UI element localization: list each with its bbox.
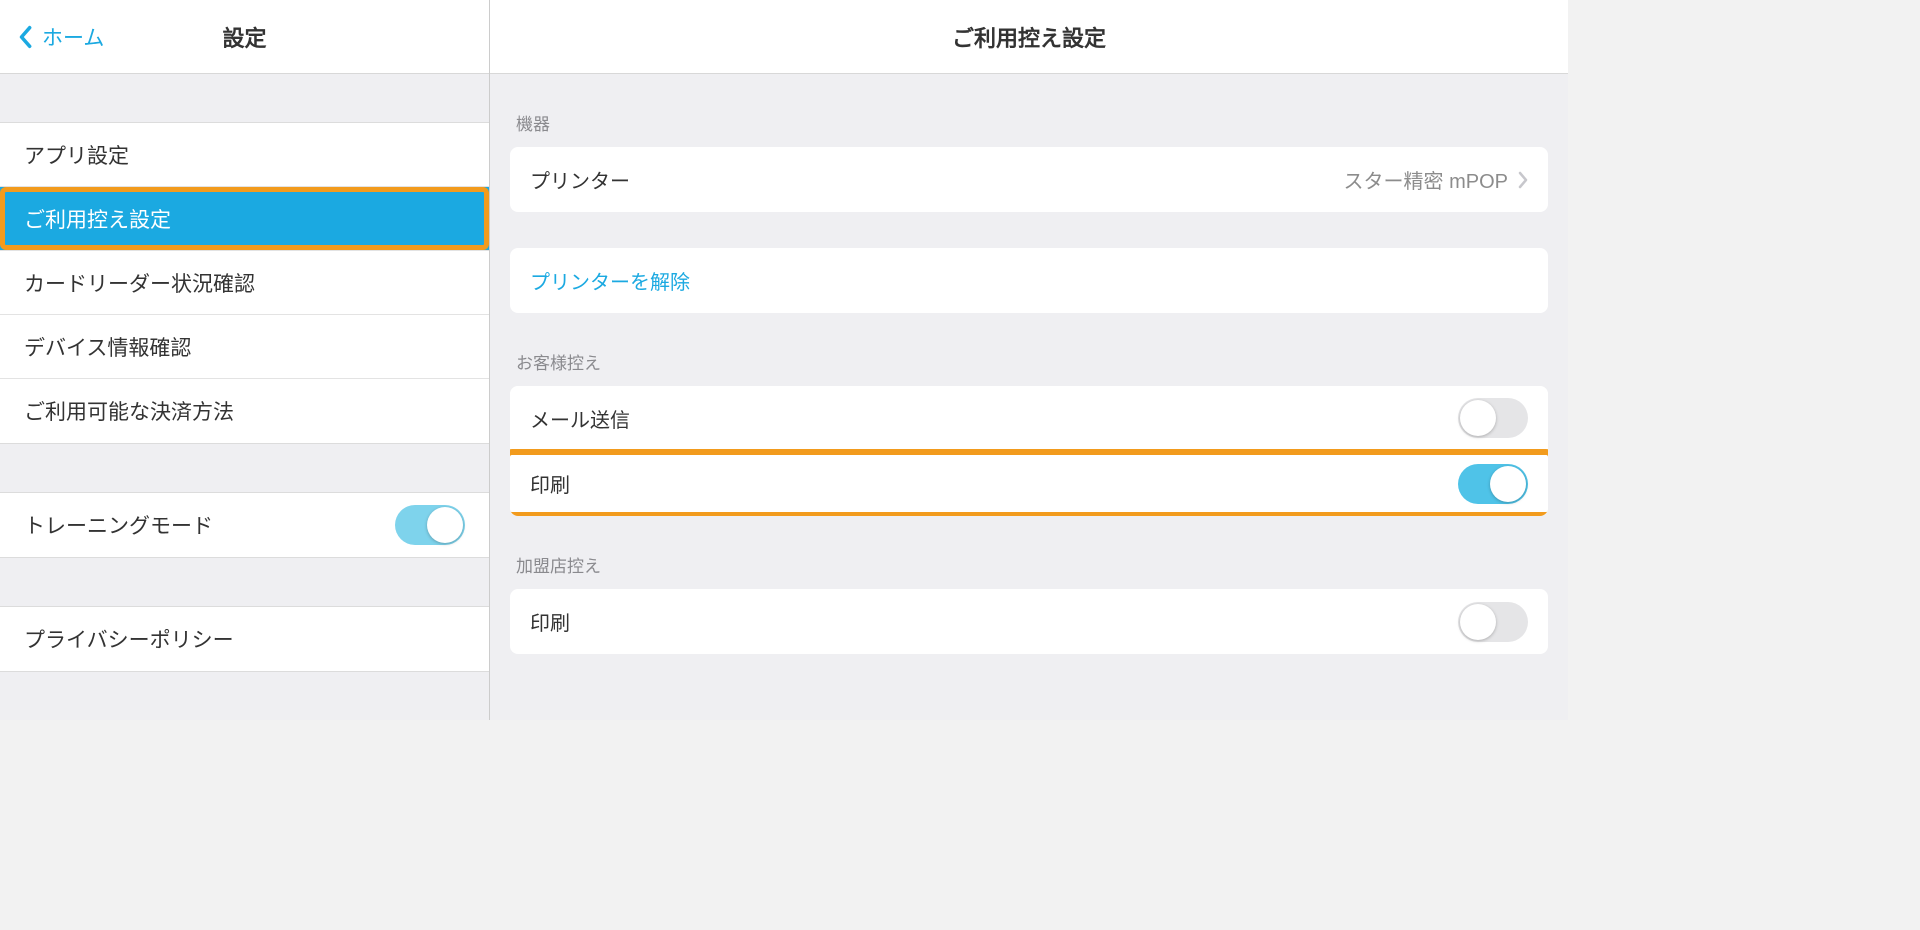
sidebar-item-label: ご利用控え設定 <box>24 204 171 234</box>
customer-print-cell: 印刷 <box>510 451 1548 516</box>
mail-send-cell: メール送信 <box>510 386 1548 451</box>
sidebar-item-device-info[interactable]: デバイス情報確認 <box>0 315 489 379</box>
printer-value: スター精密 mPOP <box>1344 165 1508 194</box>
section-label-merchant: 加盟店控え <box>510 516 1548 589</box>
merchant-print-label: 印刷 <box>530 607 570 636</box>
sidebar-item-training-mode: トレーニングモード <box>0 493 489 557</box>
sidebar-item-card-reader-status[interactable]: カードリーダー状況確認 <box>0 251 489 315</box>
customer-print-label: 印刷 <box>530 469 570 498</box>
sidebar-item-label: プライバシーポリシー <box>24 624 234 654</box>
section-label-customer: お客様控え <box>510 313 1548 386</box>
sidebar-item-label: トレーニングモード <box>24 510 213 540</box>
sidebar-item-label: カードリーダー状況確認 <box>24 268 255 298</box>
page-title: ご利用控え設定 <box>490 0 1568 74</box>
training-mode-toggle[interactable] <box>395 505 465 545</box>
back-label: ホーム <box>42 22 104 52</box>
sidebar-item-app-settings[interactable]: アプリ設定 <box>0 123 489 187</box>
section-label-device: 機器 <box>510 74 1548 147</box>
sidebar-item-privacy-policy[interactable]: プライバシーポリシー <box>0 607 489 671</box>
sidebar-item-label: ご利用可能な決済方法 <box>24 396 234 426</box>
chevron-right-icon <box>1518 171 1528 189</box>
sidebar-item-label: アプリ設定 <box>24 140 129 170</box>
detail-body: 機器 プリンター スター精密 mPOP プリンターを解除 お客様控 <box>490 74 1568 720</box>
merchant-print-cell: 印刷 <box>510 589 1548 654</box>
mail-send-label: メール送信 <box>530 404 630 433</box>
printer-label: プリンター <box>530 165 630 194</box>
chevron-left-icon <box>18 23 34 51</box>
merchant-receipt-group: 印刷 <box>510 589 1548 654</box>
unlink-printer-button[interactable]: プリンターを解除 <box>510 248 1548 313</box>
customer-print-toggle[interactable] <box>1458 464 1528 504</box>
sidebar-header: ホーム 設定 <box>0 0 489 74</box>
sidebar-item-payment-methods[interactable]: ご利用可能な決済方法 <box>0 379 489 443</box>
sidebar-item-receipt-settings[interactable]: ご利用控え設定 <box>0 187 489 251</box>
sidebar-group-training: トレーニングモード <box>0 492 489 558</box>
customer-receipt-group: メール送信 印刷 <box>510 386 1548 516</box>
mail-send-toggle[interactable] <box>1458 398 1528 438</box>
device-group: プリンター スター精密 mPOP <box>510 147 1548 212</box>
settings-sidebar: ホーム 設定 アプリ設定 ご利用控え設定 カードリーダー状況確認 デバイス情報確… <box>0 0 490 720</box>
merchant-print-toggle[interactable] <box>1458 602 1528 642</box>
unlink-printer-label: プリンターを解除 <box>530 266 690 295</box>
sidebar-group-privacy: プライバシーポリシー <box>0 606 489 672</box>
printer-cell[interactable]: プリンター スター精密 mPOP <box>510 147 1548 212</box>
unlink-printer-group: プリンターを解除 <box>510 248 1548 313</box>
sidebar-item-label: デバイス情報確認 <box>24 332 191 362</box>
detail-panel: ご利用控え設定 機器 プリンター スター精密 mPOP プリンターを解除 <box>490 0 1568 720</box>
back-button[interactable]: ホーム <box>18 22 104 52</box>
sidebar-group-main: アプリ設定 ご利用控え設定 カードリーダー状況確認 デバイス情報確認 ご利用可能… <box>0 122 489 444</box>
